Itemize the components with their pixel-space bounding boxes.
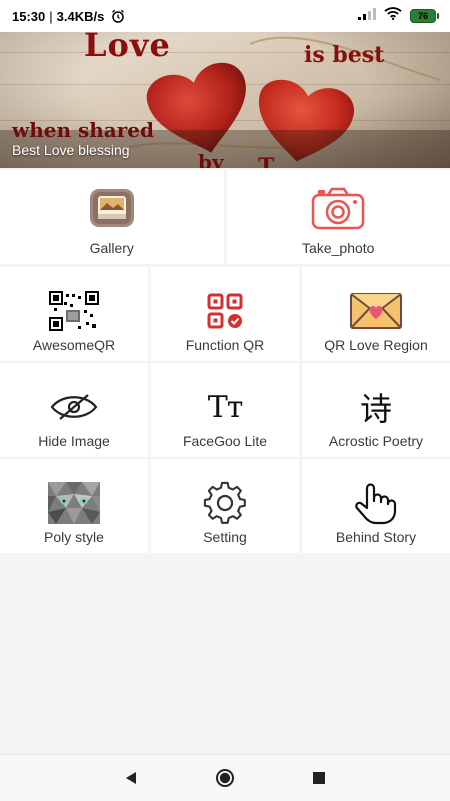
take-photo-button[interactable]: Take_photo: [227, 170, 450, 264]
gear-icon: [197, 481, 253, 525]
back-nav-button[interactable]: [121, 768, 141, 788]
acrostic-poetry-label: Acrostic Poetry: [302, 433, 450, 449]
banner-title-shared: when shared: [12, 118, 154, 142]
status-network-speed: 3.4KB/s: [57, 9, 105, 24]
battery-icon: 76: [410, 9, 436, 23]
home-circle-icon: [215, 768, 235, 788]
love-banner[interactable]: Love is best when shared by T Best Love …: [0, 32, 450, 168]
home-nav-button[interactable]: [215, 768, 235, 788]
banner-subtitle: Best Love blessing: [12, 142, 130, 158]
take-photo-label: Take_photo: [227, 240, 450, 256]
gallery-label: Gallery: [0, 240, 224, 256]
status-bar: 15:30 | 3.4KB/s 76: [0, 0, 450, 32]
eye-slash-icon: [46, 385, 102, 429]
banner-title-tail: T: [258, 154, 274, 168]
qr-love-region-label: QR Love Region: [302, 337, 450, 353]
setting-button[interactable]: Setting: [151, 459, 299, 553]
status-time: 15:30: [12, 9, 45, 24]
qr-love-region-button[interactable]: QR Love Region: [302, 267, 450, 361]
hide-image-label: Hide Image: [0, 433, 148, 449]
hide-image-button[interactable]: Hide Image: [0, 363, 148, 457]
acrostic-poetry-button[interactable]: 诗 Acrostic Poetry: [302, 363, 450, 457]
recents-nav-button[interactable]: [309, 768, 329, 788]
poetry-glyph: 诗: [360, 384, 392, 430]
text-size-icon: Tт: [197, 385, 253, 429]
love-letter-icon: [348, 289, 404, 333]
banner-title-love: Love: [84, 32, 171, 64]
gallery-button[interactable]: Gallery: [0, 170, 224, 264]
function-qr-button[interactable]: Function QR: [151, 267, 299, 361]
system-navigation-bar: [0, 754, 450, 801]
poly-cat-thumbnail: [46, 481, 102, 525]
alarm-icon: [111, 9, 125, 23]
signal-icon: [358, 7, 376, 25]
status-separator: |: [49, 9, 52, 24]
behind-story-label: Behind Story: [302, 529, 450, 545]
recents-square-icon: [312, 771, 326, 785]
poly-style-button[interactable]: Poly style: [0, 459, 148, 553]
text-size-glyph: Tт: [208, 390, 243, 425]
awesome-qr-label: AwesomeQR: [0, 337, 148, 353]
battery-level: 76: [418, 11, 428, 21]
awesome-qr-button[interactable]: AwesomeQR: [0, 267, 148, 361]
banner-title-by: by: [198, 150, 224, 168]
awesome-qr-icon: [46, 289, 102, 333]
gallery-icon: [84, 186, 140, 230]
facegoo-lite-label: FaceGoo Lite: [151, 433, 299, 449]
facegoo-lite-button[interactable]: Tт FaceGoo Lite: [151, 363, 299, 457]
wifi-icon: [384, 7, 402, 25]
function-qr-label: Function QR: [151, 337, 299, 353]
camera-icon: [310, 186, 366, 230]
poly-style-label: Poly style: [0, 529, 148, 545]
tap-hand-icon: [348, 481, 404, 525]
behind-story-button[interactable]: Behind Story: [302, 459, 450, 553]
function-qr-icon: [197, 289, 253, 333]
poetry-calligraphy-icon: 诗: [348, 385, 404, 429]
back-triangle-icon: [124, 771, 138, 785]
banner-title-best: is best: [304, 42, 384, 68]
setting-label: Setting: [151, 529, 299, 545]
